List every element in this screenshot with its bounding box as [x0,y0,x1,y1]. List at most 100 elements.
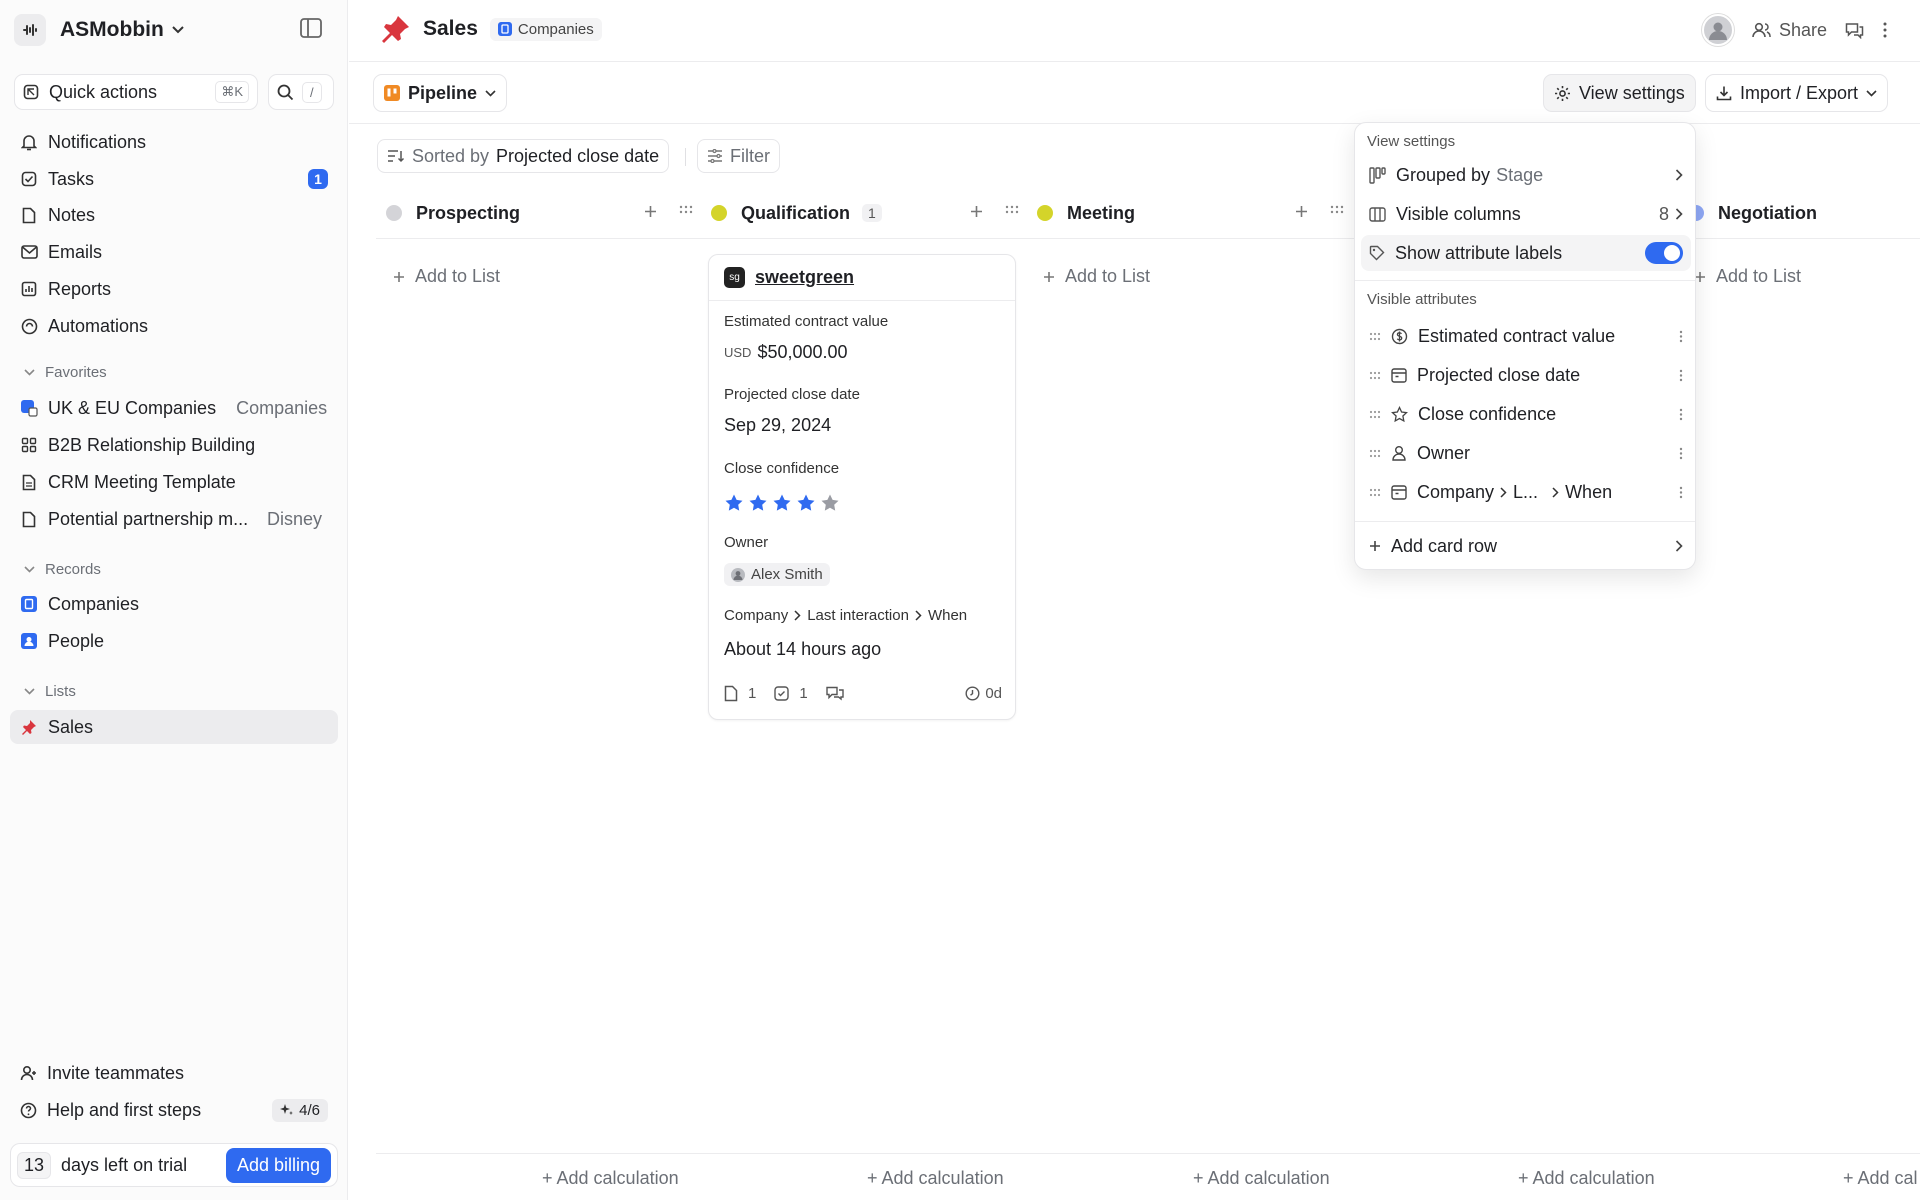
column-header-negotiation: Negotiation [1688,188,1817,238]
visible-attribute-item[interactable]: Company L... When [1361,474,1691,510]
star-filled-icon[interactable] [772,493,792,513]
view-selector[interactable]: Pipeline [373,74,508,112]
sidebar-item-sales[interactable]: Sales [10,710,338,744]
sidebar-item-notes[interactable]: Notes [10,198,338,232]
drag-handle-icon[interactable] [1369,371,1381,380]
star-empty-icon[interactable] [820,493,840,513]
company-name-link[interactable]: sweetgreen [755,267,854,288]
import-export-button[interactable]: Import / Export [1705,74,1889,112]
sidebar-item-emails[interactable]: Emails [10,235,338,269]
sort-icon [388,150,405,163]
favorites-section-header[interactable]: Favorites [24,364,107,381]
more-vertical-icon[interactable] [1679,486,1683,499]
currency-icon [1391,328,1408,344]
menu-section-title: Visible attributes [1367,291,1477,308]
filter-button[interactable]: Filter [697,139,780,173]
more-vertical-icon[interactable] [1679,447,1683,460]
sidebar-item-potential-partnership[interactable]: Potential partnership m... Disney [10,502,338,536]
workspace-logo-icon [14,14,46,46]
help-progress-badge: 4/6 [272,1098,328,1122]
visible-attribute-item[interactable]: Projected close date [1361,357,1691,393]
share-button[interactable]: Share [1752,20,1827,41]
sidebar-toggle-icon[interactable] [300,18,322,38]
add-calculation-button[interactable]: + Add cal [1843,1168,1918,1189]
drag-handle-icon[interactable] [1330,205,1344,214]
add-calculation-button[interactable]: + Add calculation [1193,1168,1330,1189]
visible-attribute-item[interactable]: Estimated contract value [1361,318,1691,354]
more-vertical-icon[interactable] [1679,369,1683,382]
star-filled-icon[interactable] [748,493,768,513]
view-settings-button[interactable]: View settings [1543,74,1696,112]
drag-handle-icon[interactable] [1005,205,1019,214]
add-card-row-item[interactable]: Add card row [1361,528,1691,564]
add-to-list-button[interactable]: Add to List [1694,266,1801,287]
pushpin-icon [20,718,38,736]
people-icon [20,632,38,650]
grid-icon [20,436,38,454]
show-attribute-labels-item[interactable]: Show attribute labels [1361,235,1691,271]
workspace-switcher[interactable]: ASMobbin [14,12,184,48]
view-name: Pipeline [408,82,478,103]
comments-icon[interactable] [1845,22,1864,39]
automation-icon [20,317,38,335]
field-label: Projected close date [724,386,860,403]
plus-icon[interactable] [970,205,983,218]
sidebar-item-b2b-relationship-building[interactable]: B2B Relationship Building [10,428,338,462]
calendar-icon [1391,368,1407,383]
sidebar-item-companies[interactable]: Companies [10,587,338,621]
star-filled-icon[interactable] [724,493,744,513]
more-vertical-icon[interactable] [1679,330,1683,343]
star-filled-icon[interactable] [796,493,816,513]
plus-icon[interactable] [1295,205,1308,218]
drag-handle-icon[interactable] [1369,488,1381,497]
kanban-icon [384,85,400,101]
records-section-header[interactable]: Records [24,561,101,578]
show-labels-toggle[interactable] [1645,242,1683,264]
plus-icon[interactable] [644,205,657,218]
more-vertical-icon[interactable] [1882,21,1888,39]
sort-button[interactable]: Sorted by Projected close date [377,139,670,173]
search-button[interactable]: / [268,74,334,110]
sidebar-item-crm-meeting-template[interactable]: CRM Meeting Template [10,465,338,499]
visible-attribute-item[interactable]: Owner [1361,435,1691,471]
add-to-list-button[interactable]: Add to List [393,266,500,287]
grouped-by-item[interactable]: Grouped by Stage [1361,157,1691,193]
people-share-icon [1752,22,1771,38]
company-logo-icon: sg [724,267,745,288]
sidebar-item-automations[interactable]: Automations [10,309,338,343]
quick-actions-button[interactable]: Quick actions ⌘K [14,74,258,110]
search-icon [277,84,294,100]
add-calculation-button[interactable]: + Add calculation [542,1168,679,1189]
user-avatar[interactable] [1701,14,1734,46]
more-vertical-icon[interactable] [1679,408,1683,421]
pushpin-icon [382,16,409,43]
add-calculation-button[interactable]: + Add calculation [867,1168,1004,1189]
sidebar-item-notifications[interactable]: Notifications [10,125,338,159]
drag-handle-icon[interactable] [679,205,693,214]
column-header-qualification: Qualification 1 [711,188,882,238]
sidebar-item-tasks[interactable]: Tasks 1 [10,162,338,196]
notes-count: 1 [748,685,757,702]
sidebar-item-reports[interactable]: Reports [10,272,338,306]
invite-teammates-button[interactable]: Invite teammates [10,1056,338,1090]
columns-icon [1369,206,1386,222]
help-first-steps-button[interactable]: Help and first steps 4/6 [10,1093,338,1127]
drag-handle-icon[interactable] [1369,410,1381,419]
object-chip[interactable]: Companies [489,17,602,41]
sort-field: Projected close date [496,145,660,166]
add-to-list-button[interactable]: Add to List [1043,266,1150,287]
star-rating[interactable] [724,493,840,513]
sidebar-item-uk-eu-companies[interactable]: UK & EU Companies Companies [10,391,338,425]
bell-icon [20,133,38,151]
column-header-meeting: Meeting [1037,188,1135,238]
add-calculation-button[interactable]: + Add calculation [1518,1168,1655,1189]
sidebar-item-people[interactable]: People [10,624,338,658]
drag-handle-icon[interactable] [1369,449,1381,458]
visible-columns-item[interactable]: Visible columns 8 [1361,196,1691,232]
drag-handle-icon[interactable] [1369,332,1381,341]
chevron-down-icon [172,26,184,34]
lists-section-header[interactable]: Lists [24,683,76,700]
record-card[interactable]: sg sweetgreen Estimated contract value U… [708,254,1016,720]
visible-attribute-item[interactable]: Close confidence [1361,396,1691,432]
add-billing-button[interactable]: Add billing [225,1147,331,1183]
